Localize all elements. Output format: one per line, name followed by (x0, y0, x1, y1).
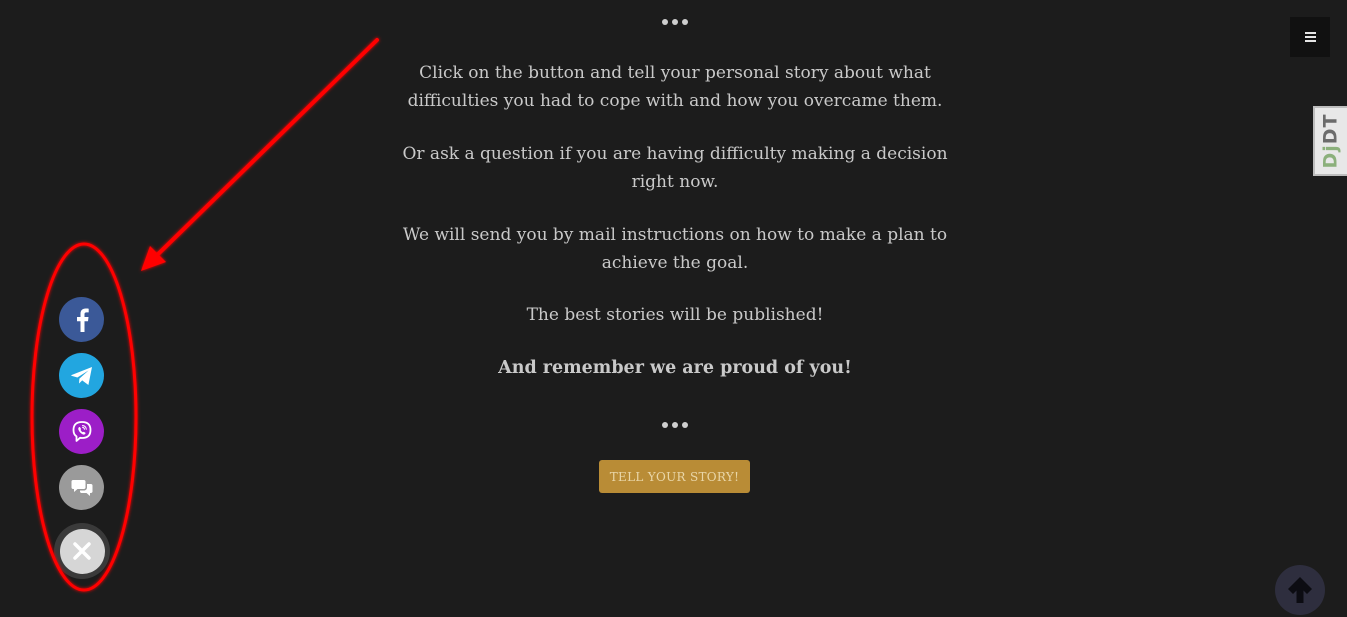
debug-toolbar-label: DjDT (1320, 113, 1342, 169)
debug-toolbar-handle[interactable]: DjDT (1313, 106, 1347, 176)
viber-icon (72, 420, 91, 442)
hamburger-menu-button[interactable] (1290, 17, 1330, 57)
tell-your-story-button[interactable]: TELL YOUR STORY! (599, 460, 750, 493)
close-icon (73, 542, 91, 560)
share-close-button[interactable] (59, 528, 105, 574)
proud-paragraph: And remember we are proud of you! (498, 358, 852, 378)
question-paragraph: Or ask a question if you are having diff… (402, 144, 948, 192)
annotation-arrow-line (148, 38, 379, 264)
separator-dots-top (400, 17, 950, 27)
intro-paragraph: Click on the button and tell your person… (407, 63, 943, 111)
publish-paragraph: The best stories will be published! (526, 305, 824, 325)
hamburger-menu-icon (1304, 32, 1316, 34)
telegram-share-button[interactable] (59, 353, 104, 398)
chat-icon (71, 479, 92, 496)
facebook-share-button[interactable] (59, 297, 104, 342)
viber-share-button[interactable] (59, 409, 104, 454)
share-close-wrapper (54, 523, 110, 579)
separator-dots-bottom (400, 420, 950, 430)
instructions-paragraph: We will send you by mail instructions on… (402, 225, 948, 273)
scroll-to-top-button[interactable] (1275, 565, 1325, 615)
telegram-icon (70, 366, 92, 385)
facebook-icon (76, 308, 89, 332)
annotation-arrow-head (141, 246, 166, 271)
arrow-up-icon (1288, 577, 1312, 603)
chat-share-button[interactable] (59, 465, 104, 510)
